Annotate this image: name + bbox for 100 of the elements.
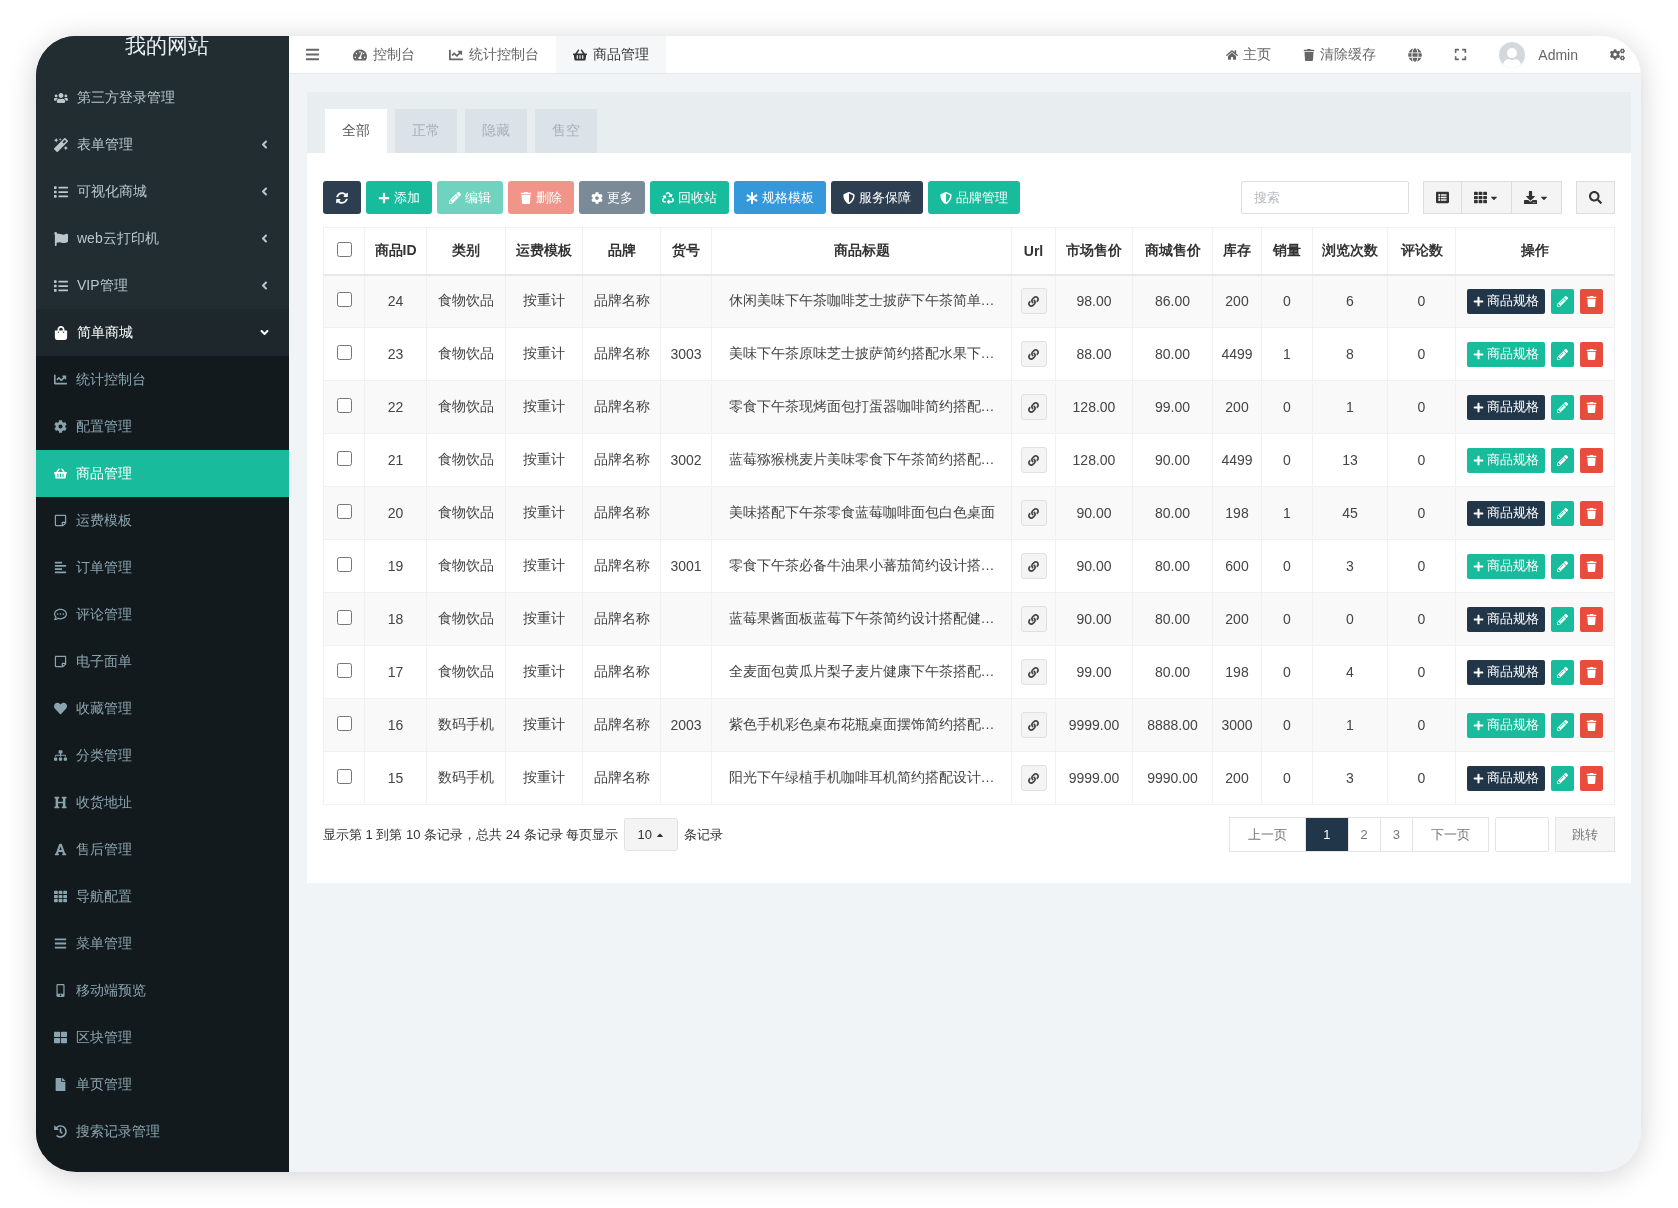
spec-button[interactable]: 商品规格 [1467, 500, 1545, 526]
table-cell: 13 [1312, 433, 1388, 487]
table-cell: 20 [364, 486, 427, 540]
url-button[interactable] [1020, 712, 1047, 738]
table-cell: 食物饮品 [426, 327, 506, 381]
table-cell: 0 [1261, 274, 1313, 328]
column-header: 市场售价 [1055, 227, 1133, 275]
row-checkbox[interactable] [336, 716, 352, 731]
next-page-button[interactable]: 下一页 [1412, 817, 1489, 852]
row-checkbox[interactable] [336, 398, 352, 413]
view-toggle-button[interactable] [1423, 181, 1462, 214]
edit-button[interactable] [1551, 341, 1574, 367]
table-cell: 食物饮品 [426, 539, 506, 593]
edit-button[interactable] [1551, 765, 1574, 791]
sidebar-item[interactable]: 可视化商城 [36, 168, 289, 215]
delete-button[interactable] [1580, 659, 1603, 685]
edit-button[interactable] [1551, 553, 1574, 579]
page-button[interactable]: 1 [1305, 817, 1349, 852]
column-header: 品牌 [582, 227, 661, 275]
user-menu[interactable]: Admin [1483, 36, 1594, 73]
filter-tab[interactable]: 全部 [325, 109, 387, 153]
url-button[interactable] [1020, 500, 1047, 526]
url-button[interactable] [1020, 659, 1047, 685]
edit-button[interactable] [1551, 606, 1574, 632]
table-cell: 按重计 [505, 327, 583, 381]
url-button[interactable] [1020, 447, 1047, 473]
table-cell: 1 [1261, 486, 1313, 540]
row-checkbox[interactable] [336, 610, 352, 625]
url-button[interactable] [1020, 394, 1047, 420]
chart-icon [449, 47, 463, 62]
url-button[interactable] [1020, 341, 1047, 367]
table-cell: 90.00 [1132, 433, 1213, 487]
row-checkbox[interactable] [336, 557, 352, 572]
nav-link[interactable]: 清除缓存 [1287, 36, 1393, 73]
trash-icon [1586, 772, 1597, 784]
trash-icon [1586, 560, 1597, 572]
url-button[interactable] [1020, 553, 1047, 579]
delete-button[interactable] [1580, 765, 1603, 791]
spec-button[interactable]: 商品规格 [1467, 659, 1545, 685]
sidebar-item[interactable]: 表单管理 [36, 121, 289, 168]
dashboard-icon [353, 47, 367, 62]
nav-tab[interactable]: 商品管理 [556, 36, 666, 73]
delete-button[interactable] [1580, 341, 1603, 367]
table-cell: 200 [1212, 274, 1262, 328]
table-cell: 0 [1261, 645, 1313, 699]
sidebar-item[interactable]: web云打印机 [36, 215, 289, 262]
spec-button[interactable]: 商品规格 [1467, 765, 1545, 791]
jump-button[interactable]: 跳转 [1555, 817, 1615, 852]
page-button[interactable]: 3 [1379, 817, 1413, 852]
search-button[interactable] [1576, 181, 1615, 214]
sidebar-item[interactable]: 简单商城 [36, 309, 289, 356]
table-cell: 3 [1312, 751, 1388, 805]
columns-button[interactable] [1461, 181, 1512, 214]
delete-button[interactable] [1580, 712, 1603, 738]
edit-button[interactable] [1551, 288, 1574, 314]
nav-link[interactable]: 主页 [1210, 36, 1288, 73]
prev-page-button[interactable]: 上一页 [1229, 817, 1307, 852]
edit-button[interactable] [1551, 394, 1574, 420]
table-cell: 200 [1212, 592, 1262, 646]
page-size-select[interactable]: 10 [624, 818, 678, 851]
sidebar-item[interactable]: 第三方登录管理 [36, 74, 289, 121]
search-field[interactable]: 搜索 [1241, 181, 1409, 214]
page-input[interactable] [1495, 817, 1549, 852]
nav-tab[interactable]: 控制台 [336, 36, 432, 73]
link-icon [1028, 454, 1039, 466]
row-checkbox[interactable] [336, 769, 352, 784]
delete-button[interactable] [1580, 394, 1603, 420]
refresh-button[interactable] [323, 181, 361, 214]
row-checkbox[interactable] [336, 663, 352, 678]
sidebar-item[interactable]: VIP管理 [36, 262, 289, 309]
delete-button[interactable] [1580, 606, 1603, 632]
edit-button[interactable] [1551, 500, 1574, 526]
table-cell: 0 [1387, 698, 1456, 752]
delete-button[interactable] [1580, 500, 1603, 526]
delete-button[interactable] [1580, 553, 1603, 579]
delete-button[interactable] [1580, 447, 1603, 473]
spec-button[interactable]: 商品规格 [1467, 394, 1545, 420]
url-button[interactable] [1020, 765, 1047, 791]
nav-tab[interactable]: 统计控制台 [432, 36, 556, 73]
column-header: 评论数 [1387, 227, 1456, 275]
row-checkbox[interactable] [336, 345, 352, 360]
table-cell: 90.00 [1055, 539, 1133, 593]
edit-button[interactable] [1551, 447, 1574, 473]
link-icon [1028, 507, 1039, 519]
export-button[interactable] [1511, 181, 1562, 214]
row-checkbox[interactable] [336, 451, 352, 466]
edit-button[interactable] [1551, 659, 1574, 685]
row-checkbox[interactable] [336, 292, 352, 308]
url-button[interactable] [1020, 288, 1047, 315]
edit-button[interactable] [1551, 712, 1574, 738]
select-all-checkbox[interactable] [336, 241, 352, 257]
row-checkbox[interactable] [336, 504, 352, 519]
toolbar-button[interactable]: 服务保障 [831, 181, 923, 214]
url-button[interactable] [1020, 606, 1047, 632]
page-button[interactable]: 2 [1347, 817, 1381, 852]
delete-button[interactable] [1580, 288, 1603, 314]
spec-button[interactable]: 商品规格 [1467, 606, 1545, 632]
table-cell: 98.00 [1055, 274, 1133, 328]
spec-button[interactable]: 商品规格 [1467, 288, 1545, 314]
more-button[interactable]: 更多 [579, 181, 645, 214]
